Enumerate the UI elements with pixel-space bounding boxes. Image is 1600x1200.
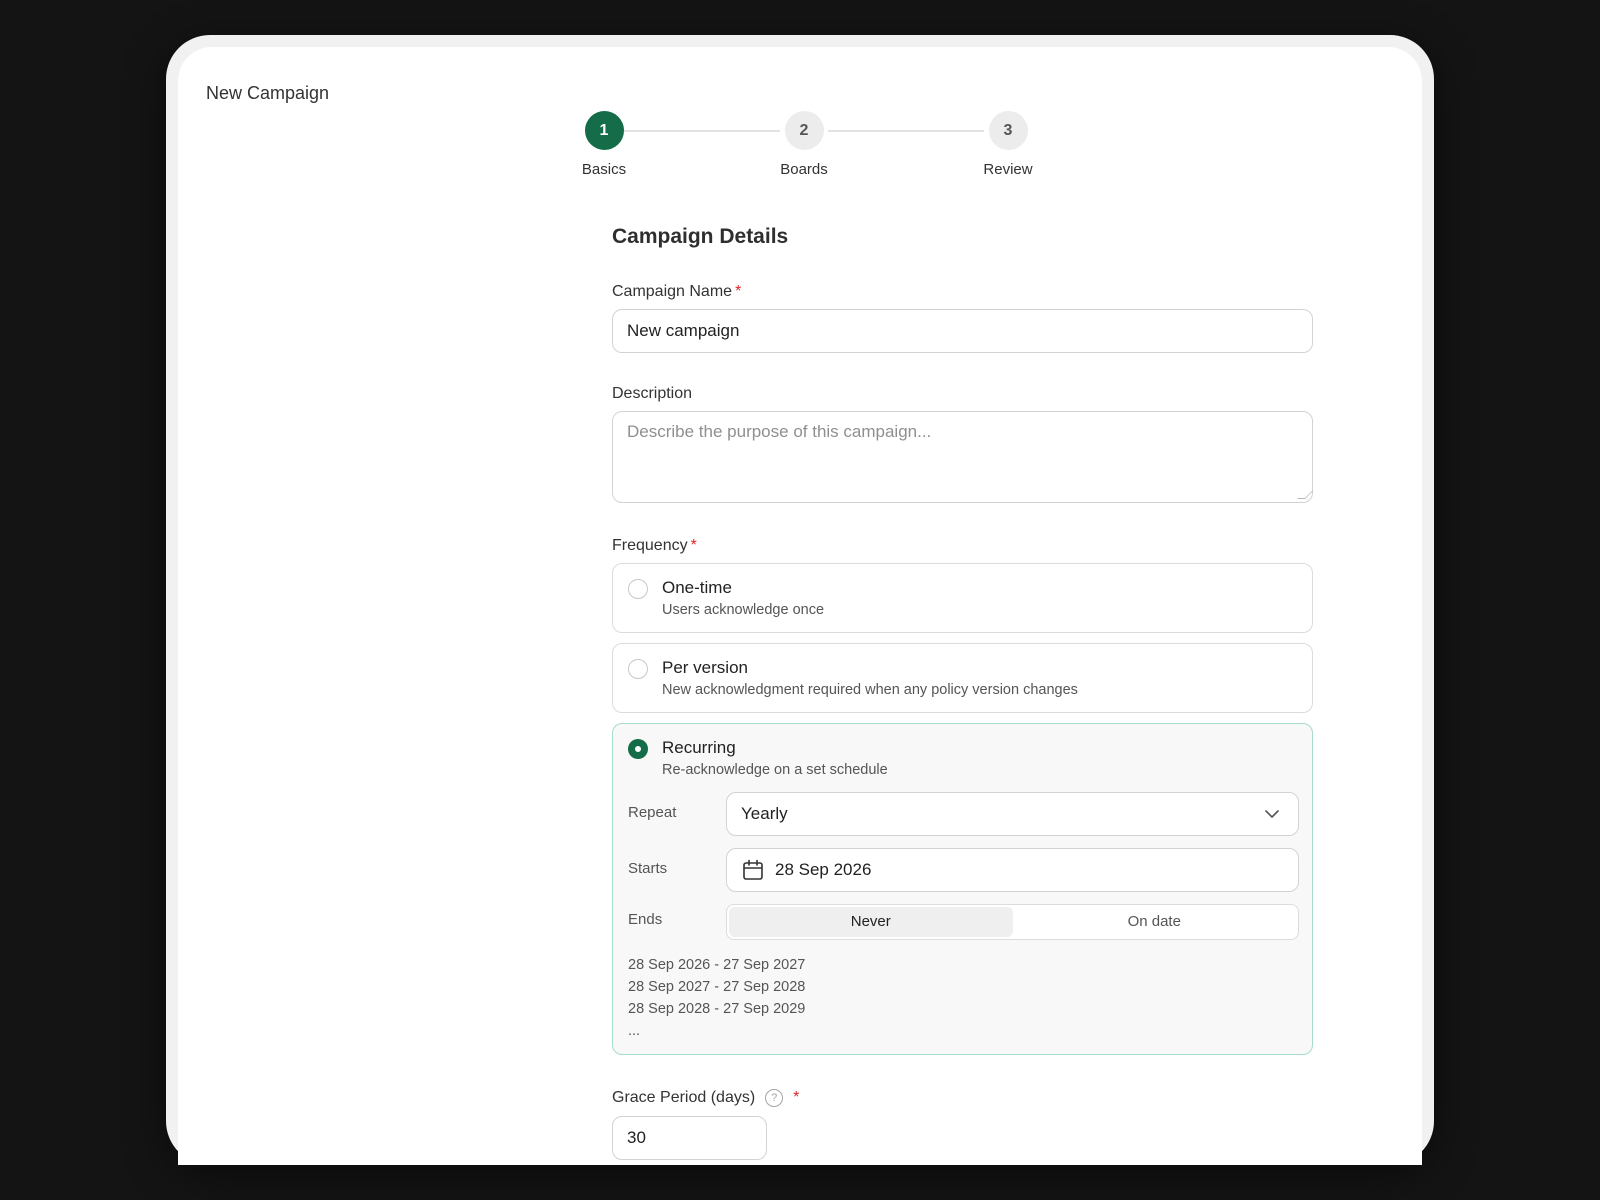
frequency-option-recurring[interactable]: Recurring Re-acknowledge on a set schedu…: [612, 723, 1313, 1055]
step-label: Review: [983, 161, 1033, 178]
step-basics[interactable]: 1 Basics: [559, 111, 649, 178]
schedule-ellipsis: ...: [628, 1023, 641, 1039]
frequency-option-per-version[interactable]: Per version New acknowledgment required …: [612, 643, 1313, 713]
repeat-label: Repeat: [628, 804, 677, 821]
ends-segmented-control: Never On date: [726, 904, 1299, 940]
frequency-option-one-time[interactable]: One-time Users acknowledge once: [612, 563, 1313, 633]
grace-period-label-text: Grace Period (days): [612, 1089, 756, 1106]
help-icon[interactable]: ?: [765, 1089, 784, 1107]
section-title: Campaign Details: [612, 225, 789, 248]
start-date-value: 28 Sep 2026: [775, 860, 872, 879]
frequency-label-text: Frequency: [612, 537, 688, 554]
repeat-value: Yearly: [741, 804, 788, 823]
step-number: 1: [584, 111, 624, 150]
step-number: 2: [784, 111, 824, 150]
option-title: Per version: [662, 658, 748, 677]
campaign-name-label-text: Campaign Name: [612, 283, 733, 300]
required-marker: *: [793, 1089, 800, 1106]
ends-never-option[interactable]: Never: [729, 907, 1013, 937]
required-marker: *: [690, 537, 697, 554]
grace-period-label: Grace Period (days)? *: [612, 1089, 799, 1107]
description-textarea[interactable]: Describe the purpose of this campaign...: [612, 411, 1313, 503]
radio-button[interactable]: [628, 659, 648, 679]
step-label: Basics: [581, 161, 627, 178]
description-label: Description: [612, 385, 693, 402]
schedule-preview: 28 Sep 2026 - 27 Sep 2027 28 Sep 2027 - …: [628, 954, 805, 1042]
step-label: Boards: [780, 161, 828, 178]
campaign-name-label: Campaign Name *: [612, 283, 741, 301]
wizard-stepper: 1 Basics 2 Boards 3 Review: [559, 111, 1033, 191]
radio-button-checked[interactable]: [628, 739, 648, 759]
schedule-period: 28 Sep 2027 - 27 Sep 2028: [628, 979, 806, 995]
description-placeholder: Describe the purpose of this campaign...: [627, 422, 932, 441]
step-connector: [828, 130, 984, 132]
start-date-input[interactable]: 28 Sep 2026: [726, 848, 1299, 892]
resize-handle[interactable]: [1297, 491, 1313, 499]
window-content: New Campaign 1 Basics 2 Boards 3 Review …: [178, 47, 1422, 1165]
step-boards[interactable]: 2 Boards: [759, 111, 849, 178]
schedule-period: 28 Sep 2026 - 27 Sep 2027: [628, 957, 806, 973]
option-description: Re-acknowledge on a set schedule: [662, 762, 888, 778]
step-review[interactable]: 3 Review: [963, 111, 1053, 178]
repeat-select[interactable]: Yearly: [726, 792, 1299, 836]
chevron-down-icon: [1265, 810, 1279, 818]
page-title: New Campaign: [206, 83, 330, 103]
frequency-label: Frequency *: [612, 537, 697, 555]
radio-button[interactable]: [628, 579, 648, 599]
grace-period-input[interactable]: 30: [612, 1116, 767, 1160]
campaign-name-input[interactable]: New campaign: [612, 309, 1313, 353]
schedule-period: 28 Sep 2028 - 27 Sep 2029: [628, 1001, 806, 1017]
option-title: One-time: [662, 578, 732, 597]
starts-label: Starts: [628, 860, 668, 877]
option-description: Users acknowledge once: [662, 602, 825, 618]
step-number: 3: [988, 111, 1028, 150]
calendar-icon: [743, 859, 763, 880]
option-title: Recurring: [662, 738, 736, 757]
required-marker: *: [735, 283, 742, 300]
ends-label: Ends: [628, 911, 663, 928]
ends-on-date-option[interactable]: On date: [1013, 907, 1297, 937]
option-description: New acknowledgment required when any pol…: [662, 682, 1078, 698]
app-window: New Campaign 1 Basics 2 Boards 3 Review …: [166, 35, 1434, 1165]
